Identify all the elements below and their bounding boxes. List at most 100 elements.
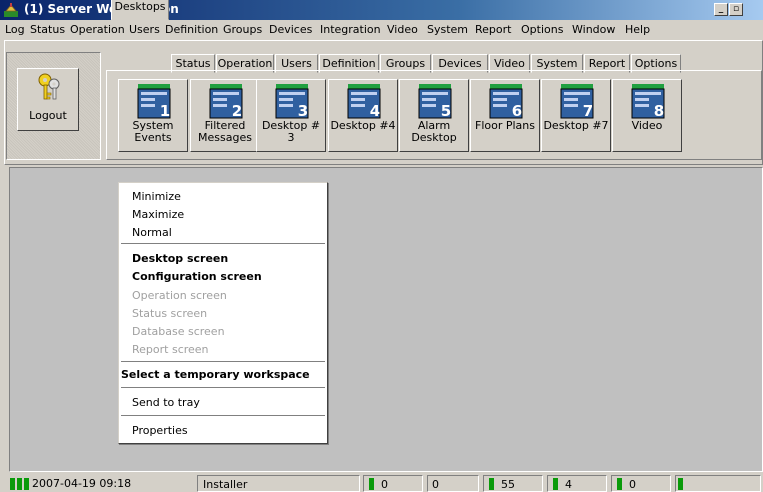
menu-bar: Log Status Operation Users Definition Gr… [0,20,763,39]
desktop-label: Alarm Desktop [411,119,457,144]
menu-groups[interactable]: Groups [223,23,262,36]
status-panel [675,475,761,492]
restore-button[interactable]: ▫ [729,3,743,16]
menu-item-operation-screen: Operation screen [132,289,227,302]
menu-log[interactable]: Log [5,23,25,36]
desktop-button-6[interactable]: 6 Floor Plans [470,79,540,152]
tab-label: Video [494,57,525,70]
desktop-button-7[interactable]: 7 Desktop #7 [541,79,611,152]
menu-users[interactable]: Users [129,23,160,36]
status-panel: 0 [611,475,671,492]
desktop-window-icon: 7 [560,84,594,119]
desktop-button-8[interactable]: 8 Video [612,79,682,152]
context-menu: Minimize Maximize Normal Desktop screen … [118,182,328,444]
menu-item-send-to-tray[interactable]: Send to tray [132,396,200,409]
tab-label: Report [588,57,626,70]
status-user: Installer [203,478,248,491]
keys-icon [38,73,60,100]
desktop-window-icon: 2 [209,84,243,119]
status-panel: 0 [363,475,423,492]
menu-item-minimize[interactable]: Minimize [132,190,181,203]
menu-devices[interactable]: Devices [269,23,312,36]
desktop-label: Desktop # 3 [261,119,321,144]
status-count: 0 [381,478,388,491]
desktop-label: Video [631,119,663,132]
menu-separator [121,243,325,245]
desktop-number: 1 [160,102,170,119]
desktop-number: 2 [232,102,242,119]
menu-system[interactable]: System [427,23,468,36]
menu-item-properties[interactable]: Properties [132,424,188,437]
desktop-button-2[interactable]: 2 Filtered Messages [190,79,260,152]
tab-label: Operation [217,57,273,70]
desktop-label: Floor Plans [475,119,535,132]
menu-item-database-screen: Database screen [132,325,225,338]
status-panel: 55 [483,475,543,492]
tab-label: Users [281,57,312,70]
minimize-button[interactable]: _ [714,3,728,16]
status-led [24,478,29,490]
menu-definition[interactable]: Definition [165,23,218,36]
desktop-window-icon: 4 [347,84,381,119]
desktop-label: System Events [132,119,174,144]
status-panel: 4 [547,475,607,492]
desktop-label: Filtered Messages [198,119,252,144]
tab-label: Status [175,57,211,70]
desktop-number: 7 [583,102,593,119]
desktop-button-1[interactable]: 1 System Events [118,79,188,152]
menu-integration[interactable]: Integration [320,23,381,36]
menu-window[interactable]: Window [572,23,615,36]
status-datetime: 2007-04-19 09:18 [32,477,132,490]
menu-options[interactable]: Options [521,23,563,36]
menu-status[interactable]: Status [30,23,65,36]
status-count: 4 [565,478,572,491]
menu-separator [121,415,325,417]
status-user-panel: Installer [197,475,360,492]
desktop-number: 8 [654,102,664,119]
app-icon [4,3,18,17]
desktop-number: 5 [441,102,451,119]
tab-label: Groups [385,57,426,70]
desktop-window-icon: 1 [137,84,171,119]
tab-label: System [536,57,578,70]
status-count: 0 [432,478,439,491]
menu-report[interactable]: Report [475,23,511,36]
logout-button[interactable]: Logout [17,68,79,131]
menu-item-temp-workspace[interactable]: Select a temporary workspace [121,368,310,381]
tab-desktops[interactable]: Desktops [111,0,169,20]
status-led [678,478,683,490]
status-bar: 2007-04-19 09:18 Installer 0 0 55 4 0 [0,474,763,492]
status-led [617,478,622,490]
menu-item-desktop-screen[interactable]: Desktop screen [132,252,228,265]
menu-item-normal[interactable]: Normal [132,226,172,239]
tab-label: Devices [438,57,482,70]
desktop-label: Desktop #7 [543,119,609,132]
tab-label: Options [634,57,678,70]
status-led [369,478,374,490]
tab-label: Desktops [114,0,166,13]
desktop-window-icon: 8 [631,84,665,119]
logout-label: Logout [29,109,67,122]
status-led [17,478,22,490]
menu-item-configuration-screen[interactable]: Configuration screen [132,270,262,283]
desktop-button-3[interactable]: 3 Desktop # 3 [256,79,326,152]
menu-item-report-screen: Report screen [132,343,209,356]
menu-item-maximize[interactable]: Maximize [132,208,184,221]
status-count: 0 [629,478,636,491]
desktop-button-5[interactable]: 5 Alarm Desktop [399,79,469,152]
desktop-button-4[interactable]: 4 Desktop #4 [328,79,398,152]
menu-help[interactable]: Help [625,23,650,36]
menu-separator [121,387,325,389]
tab-label: Definition [322,57,376,70]
status-count: 55 [501,478,515,491]
menu-video[interactable]: Video [387,23,418,36]
desktop-window-icon: 6 [489,84,523,119]
status-led [489,478,494,490]
desktop-window-icon: 3 [275,84,309,119]
menu-item-status-screen: Status screen [132,307,208,320]
desktop-number: 3 [298,102,308,119]
status-led [553,478,558,490]
status-panel: 0 [427,475,479,492]
menu-separator [121,361,325,363]
menu-operation[interactable]: Operation [70,23,125,36]
